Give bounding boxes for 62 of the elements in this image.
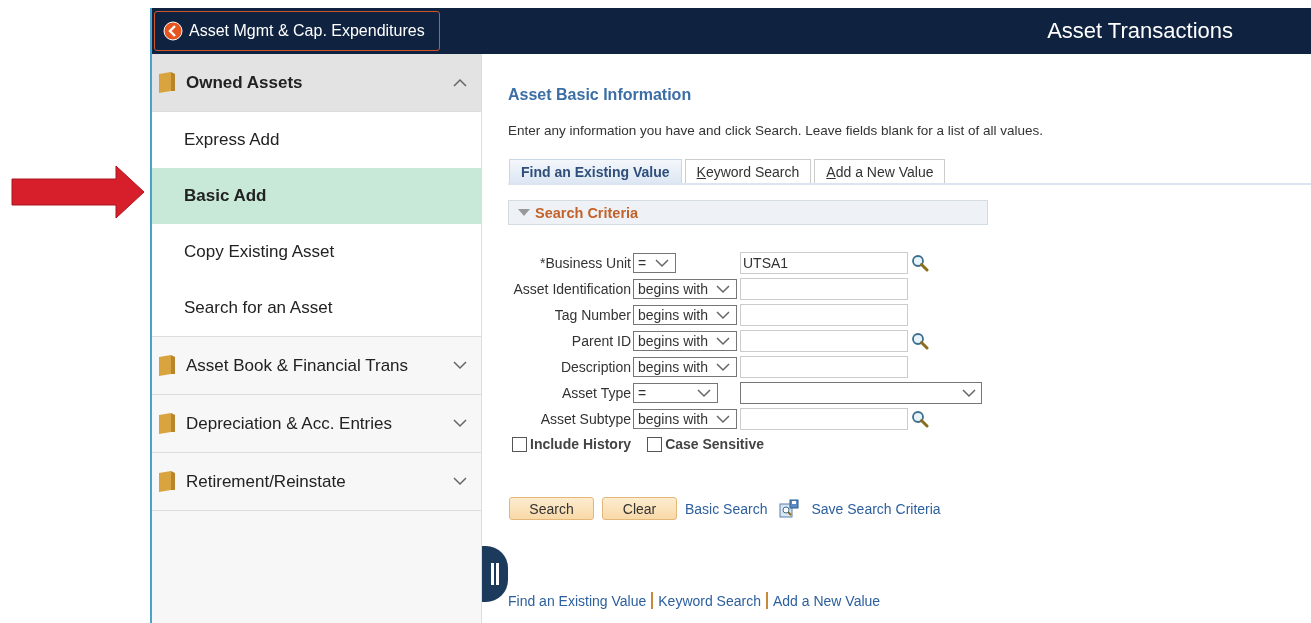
clear-button[interactable]: Clear bbox=[602, 497, 677, 520]
field-label: Parent ID bbox=[570, 333, 631, 349]
section-header[interactable]: Search Criteria bbox=[508, 200, 988, 225]
operator-dropdown[interactable]: begins with bbox=[633, 331, 737, 351]
operator-dropdown[interactable]: begins with bbox=[633, 279, 737, 299]
menu-item[interactable]: Express Add bbox=[152, 112, 481, 168]
tab[interactable]: Add a New Value bbox=[814, 159, 946, 183]
value-field[interactable]: UTSA1 bbox=[740, 252, 908, 274]
collapse-handle[interactable] bbox=[482, 546, 508, 602]
operator-dropdown[interactable]: begins with bbox=[633, 409, 737, 429]
search-icon[interactable] bbox=[911, 332, 929, 350]
operator-dropdown[interactable]: = bbox=[633, 383, 718, 403]
value-field[interactable] bbox=[740, 330, 908, 352]
field-label: Tag Number bbox=[553, 307, 631, 323]
value-field[interactable] bbox=[740, 408, 908, 430]
footer-link[interactable]: Find an Existing Value bbox=[508, 592, 647, 609]
operator-dropdown[interactable]: = bbox=[633, 253, 676, 273]
value-field[interactable] bbox=[740, 304, 908, 326]
operator-dropdown[interactable]: begins with bbox=[633, 305, 737, 325]
search-icon[interactable] bbox=[911, 410, 929, 428]
tab[interactable]: Find an Existing Value bbox=[509, 159, 682, 183]
menu-item[interactable]: Basic Add bbox=[152, 168, 481, 224]
field-label: Asset Type bbox=[561, 385, 631, 401]
checkbox-label: Include History bbox=[530, 436, 632, 452]
menu-item[interactable]: Copy Existing Asset bbox=[152, 224, 481, 280]
folder-icon bbox=[157, 353, 177, 378]
pause-bars-icon bbox=[490, 563, 500, 585]
expand-icon[interactable] bbox=[453, 419, 467, 428]
expand-icon[interactable] bbox=[453, 477, 467, 486]
value-field[interactable] bbox=[740, 278, 908, 300]
footer-link[interactable]: Keyword Search bbox=[658, 592, 761, 609]
field-label: Asset Subtype bbox=[539, 411, 631, 427]
save-search-link[interactable]: Save Search Criteria bbox=[811, 500, 941, 517]
value-field[interactable] bbox=[740, 356, 908, 378]
field-label: *Business Unit bbox=[538, 255, 631, 271]
folder-icon bbox=[157, 469, 177, 494]
field-label: Description bbox=[559, 359, 631, 375]
operator-dropdown[interactable]: begins with bbox=[633, 357, 737, 377]
field-label: Asset Identification bbox=[512, 281, 631, 297]
back-button[interactable]: Asset Mgmt & Cap. Expenditures bbox=[154, 11, 440, 51]
checkbox[interactable] bbox=[647, 436, 663, 452]
save-search-icon[interactable] bbox=[779, 498, 800, 519]
collapse-icon[interactable] bbox=[453, 78, 467, 87]
footer-link[interactable]: Add a New Value bbox=[773, 592, 881, 609]
folder-icon bbox=[157, 70, 177, 95]
back-icon bbox=[163, 21, 183, 41]
basic-search-link[interactable]: Basic Search bbox=[685, 500, 768, 517]
value-dropdown[interactable] bbox=[740, 382, 982, 404]
tab[interactable]: Keyword Search bbox=[684, 159, 812, 183]
checkbox[interactable] bbox=[512, 436, 527, 452]
checkbox-label: Case Sensitive bbox=[665, 436, 764, 452]
collapse-icon bbox=[517, 207, 531, 218]
search-button[interactable]: Search bbox=[509, 497, 594, 520]
menu-group[interactable]: Owned Assets bbox=[152, 54, 481, 112]
menu-item[interactable]: Search for an Asset bbox=[152, 280, 481, 336]
section-heading: Asset Basic Information bbox=[508, 86, 693, 104]
search-icon[interactable] bbox=[911, 254, 929, 272]
folder-icon bbox=[157, 411, 177, 436]
expand-icon[interactable] bbox=[453, 361, 467, 370]
section-title: Search Criteria bbox=[535, 204, 639, 221]
instructions-text: Enter any information you have and click Search. Leave fields blank for a list of all values. bbox=[508, 123, 1045, 138]
page-title: Asset Transactions bbox=[1047, 18, 1233, 44]
